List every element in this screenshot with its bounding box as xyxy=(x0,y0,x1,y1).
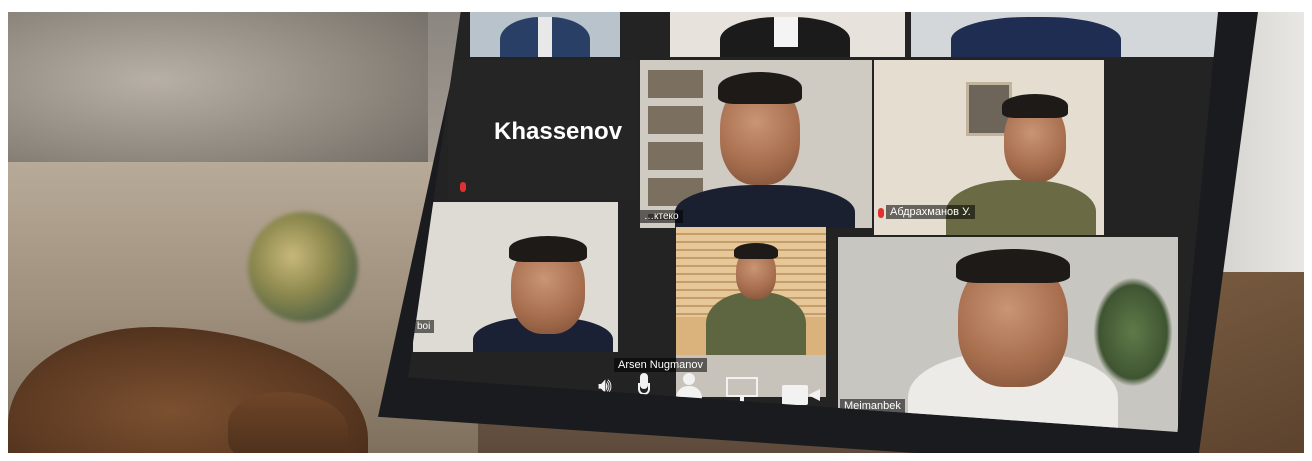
video-tile-top-center[interactable] xyxy=(670,12,905,57)
camera-icon[interactable] xyxy=(782,383,822,407)
participant-suit xyxy=(951,17,1121,57)
video-tile-top-left[interactable] xyxy=(470,12,620,57)
video-tile-military[interactable]: Абдрахманов У. xyxy=(874,60,1104,235)
video-conference-screen: Khassenov …ктеко Абдрахманов У. boi Arse… xyxy=(408,12,1218,432)
participant-name-center-top: …ктеко xyxy=(640,210,683,223)
muted-mic-icon xyxy=(460,182,466,192)
participant-name-bottom-left: boi xyxy=(413,320,435,333)
participant-hair xyxy=(509,236,587,262)
video-tile-khassenov[interactable]: Khassenov xyxy=(448,60,638,200)
video-tile-bottom-left[interactable]: boi xyxy=(413,202,618,352)
photo-frame: Khassenov …ктеко Абдрахманов У. boi Arse… xyxy=(8,12,1304,453)
participant-name-khassenov: Khassenov xyxy=(494,118,623,145)
participant-hair xyxy=(718,72,802,104)
participant-hair xyxy=(1002,94,1068,118)
muted-mic-icon xyxy=(878,208,884,218)
participant-hair xyxy=(734,243,778,259)
video-tile-center-top[interactable]: …ктеко xyxy=(640,60,872,228)
participant-name-military: Абдрахманов У. xyxy=(886,205,975,219)
background-wall xyxy=(8,12,428,182)
video-tile-top-right[interactable] xyxy=(911,12,1218,57)
participant-shirt xyxy=(774,17,798,47)
blurred-ball xyxy=(248,212,358,322)
participant-uniform xyxy=(706,292,806,362)
plant xyxy=(1093,277,1173,387)
participant-hair xyxy=(956,249,1070,283)
participant-suit xyxy=(675,185,855,228)
participant-shirt xyxy=(538,17,552,57)
